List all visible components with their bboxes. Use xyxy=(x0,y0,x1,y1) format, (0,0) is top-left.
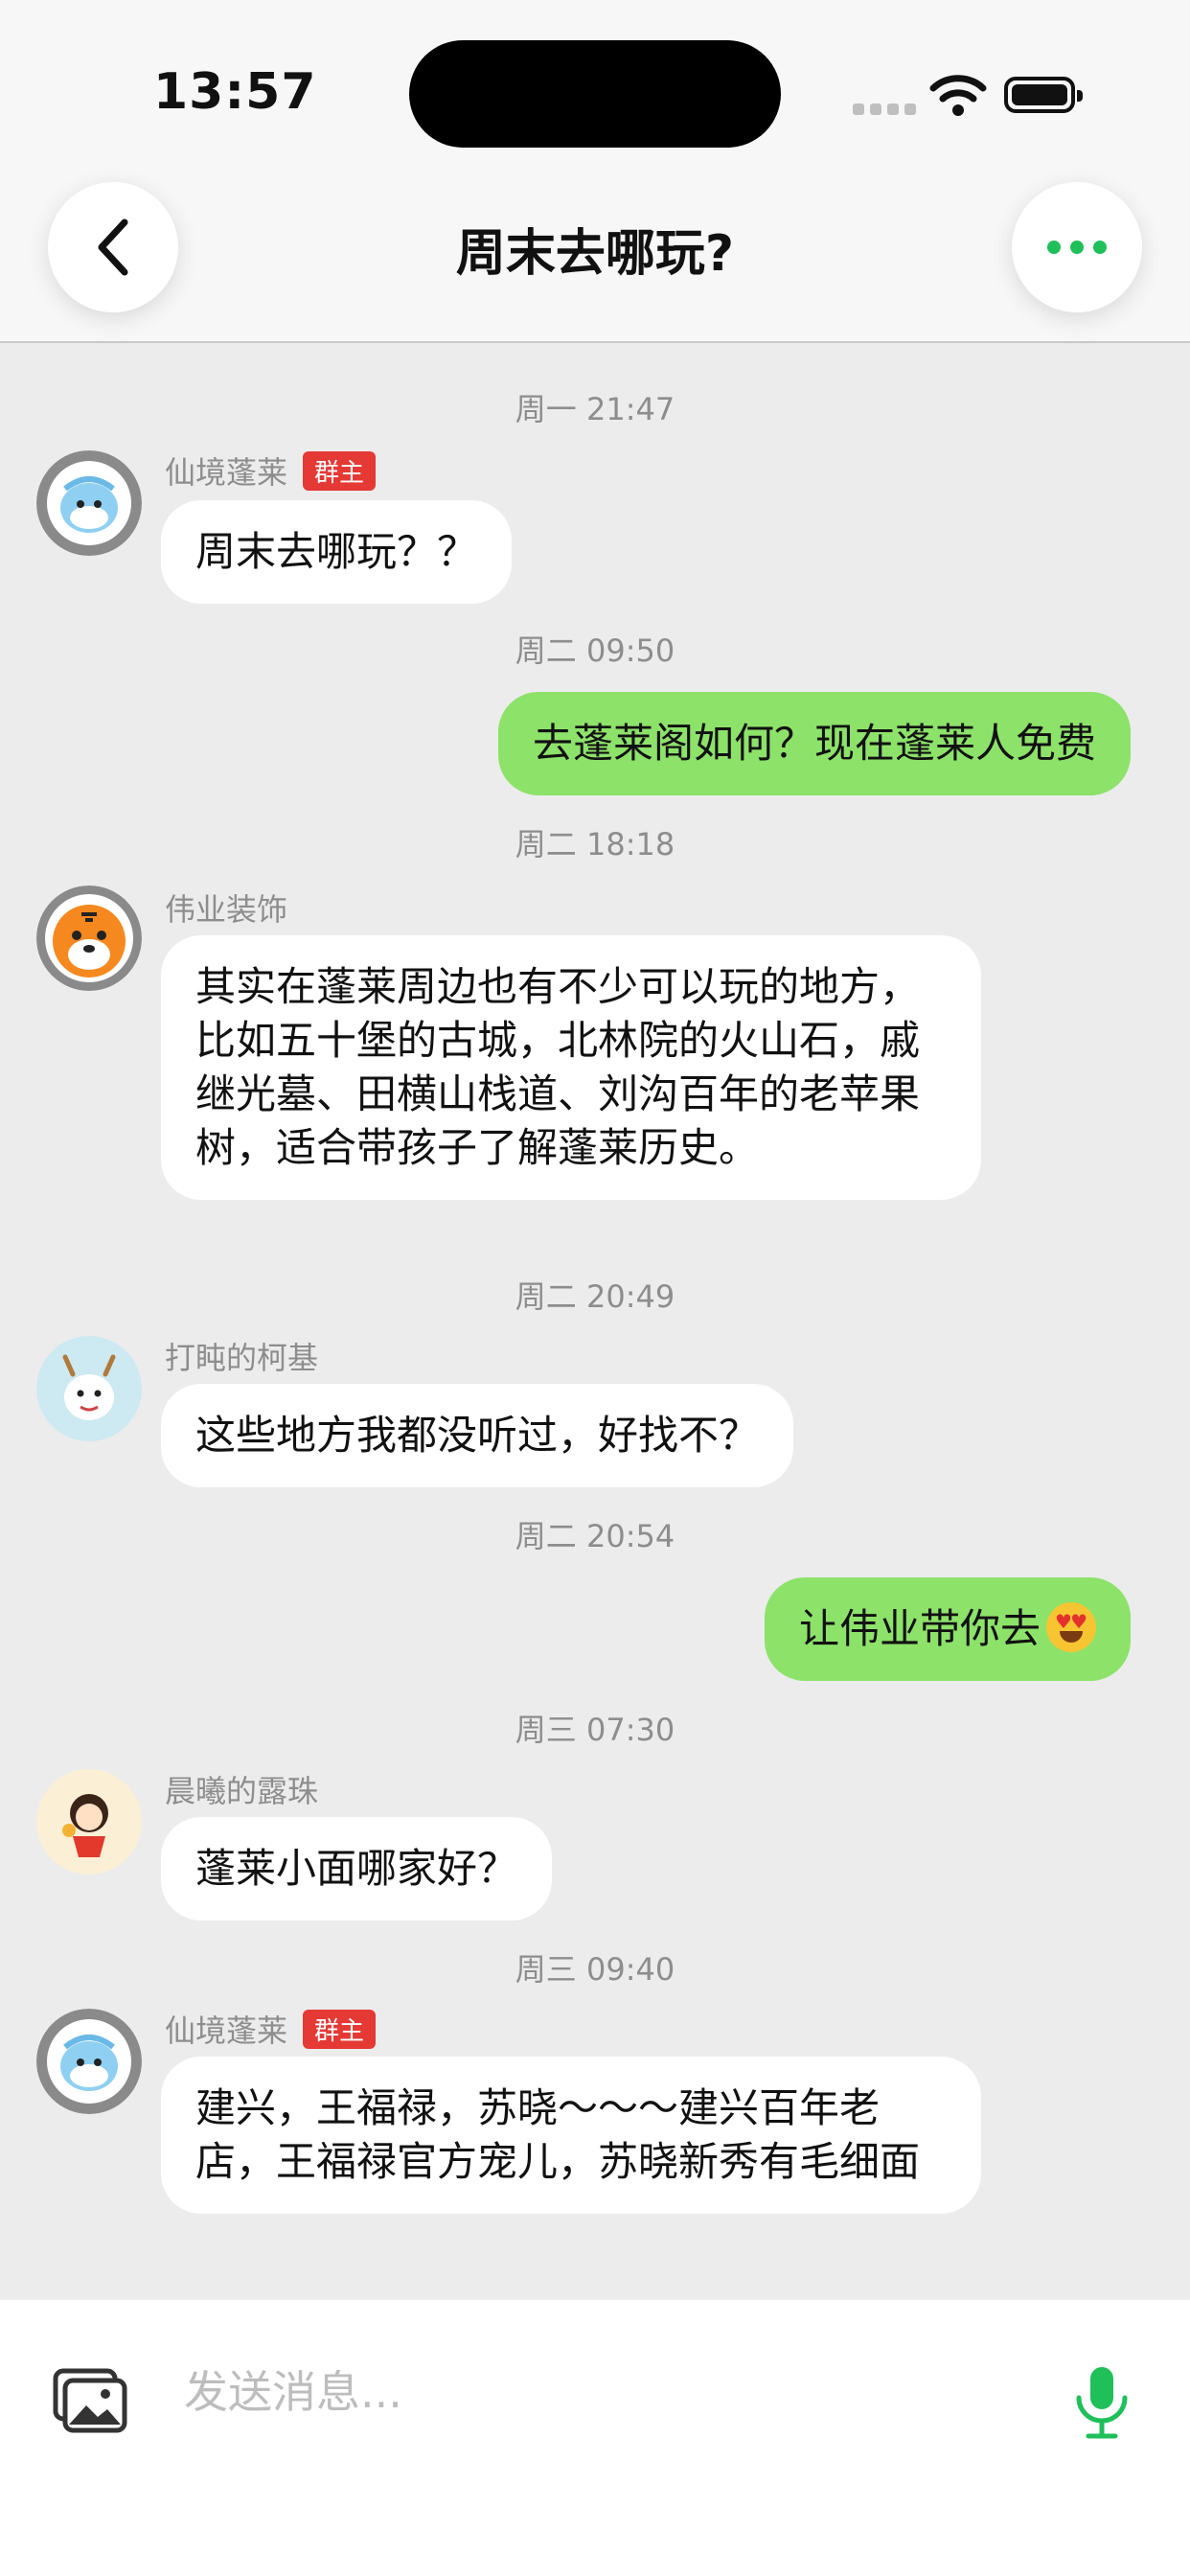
timestamp: 周二 09:50 xyxy=(515,632,675,669)
message-input-bar xyxy=(0,2300,1190,2576)
tiger-avatar[interactable] xyxy=(36,886,142,991)
nav-header: 13:57 周末去哪玩? xyxy=(0,0,1190,343)
sender-name: 仙境蓬莱 xyxy=(165,454,288,491)
timestamp: 周二 20:49 xyxy=(515,1278,675,1315)
girl-avatar[interactable] xyxy=(36,1769,142,1874)
dynamic-island xyxy=(409,40,781,148)
image-picker-icon[interactable] xyxy=(52,2367,128,2434)
dolphin-avatar[interactable] xyxy=(36,450,142,556)
incoming-message-bubble[interactable]: 蓬莱小面哪家好？ xyxy=(161,1817,553,1920)
battery-icon xyxy=(1004,77,1083,113)
timestamp: 周二 18:18 xyxy=(515,826,675,862)
timestamp: 周一 21:47 xyxy=(515,391,675,427)
more-button[interactable] xyxy=(1012,182,1142,312)
outgoing-message-bubble[interactable]: 去蓬莱阁如何？现在蓬莱人免费 xyxy=(497,692,1131,795)
outgoing-message-bubble[interactable]: 让伟业带你去 xyxy=(764,1577,1131,1681)
microphone-icon[interactable] xyxy=(1071,2363,1133,2442)
incoming-message-bubble[interactable]: 建兴，王福禄，苏晓～～～建兴百年老店，王福禄官方宠儿，苏晓新秀有毛细面 xyxy=(161,2057,981,2214)
cellular-signal-icon xyxy=(853,104,916,115)
message-list[interactable]: 周一 21:47 仙境蓬莱 群主 周末去哪玩？？ 周二 09:50 去蓬莱阁如何… xyxy=(0,343,1190,2300)
sender-name: 伟业装饰 xyxy=(165,891,288,928)
message-input[interactable] xyxy=(182,2338,1010,2446)
more-dots-icon xyxy=(1047,241,1107,254)
dragon-avatar[interactable] xyxy=(36,1336,142,1441)
owner-badge: 群主 xyxy=(303,2009,377,2049)
sender-name-row: 仙境蓬莱 群主 xyxy=(165,2007,377,2051)
timestamp: 周二 20:54 xyxy=(515,1518,675,1554)
timestamp: 周三 09:40 xyxy=(515,1951,675,1988)
incoming-message-bubble[interactable]: 其实在蓬莱周边也有不少可以玩的地方，比如五十堡的古城，北林院的火山石，戚继光墓、… xyxy=(161,935,981,1200)
sender-name: 打盹的柯基 xyxy=(165,1340,319,1376)
wifi-icon xyxy=(929,75,987,116)
dolphin-avatar[interactable] xyxy=(36,2009,142,2114)
timestamp: 周三 07:30 xyxy=(515,1712,675,1748)
status-time: 13:57 xyxy=(153,63,317,121)
outgoing-message-text: 让伟业带你去 xyxy=(798,1605,1041,1652)
sender-name-row: 仙境蓬莱 群主 xyxy=(165,448,377,493)
incoming-message-bubble[interactable]: 这些地方我都没听过，好找不？ xyxy=(161,1384,794,1487)
sender-name: 晨曦的露珠 xyxy=(165,1773,319,1809)
owner-badge: 群主 xyxy=(303,450,377,491)
heart-eyes-emoji-icon xyxy=(1046,1602,1096,1652)
sender-name: 仙境蓬莱 xyxy=(165,2012,288,2049)
incoming-message-bubble[interactable]: 周末去哪玩？？ xyxy=(161,500,513,604)
